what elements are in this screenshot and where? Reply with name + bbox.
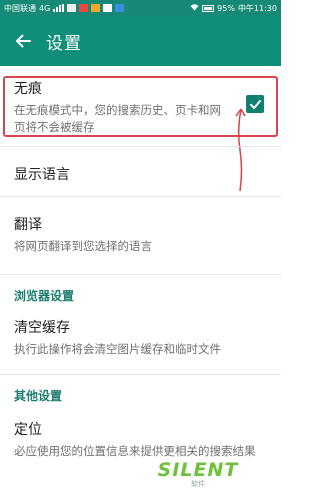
incognito-checkbox[interactable] bbox=[246, 95, 264, 113]
divider bbox=[0, 274, 281, 275]
clear-cache-title: 清空缓存 bbox=[14, 320, 70, 336]
location-title: 定位 bbox=[14, 422, 42, 438]
carrier-label: 中国联通 bbox=[4, 3, 36, 13]
back-button[interactable] bbox=[0, 16, 46, 66]
app-bar: 设置 bbox=[0, 16, 281, 66]
page-title: 设置 bbox=[46, 33, 82, 54]
time-label: 中午11:30 bbox=[237, 3, 277, 13]
incognito-description: 在无痕模式中，您的搜索历史、页卡和网页将不会被缓存 bbox=[14, 103, 221, 134]
setting-translate[interactable]: 翻译 将网页翻译到您选择的语言 bbox=[0, 214, 281, 255]
watermark-subtext: 软件 bbox=[191, 480, 205, 488]
checkmark-icon bbox=[249, 99, 261, 109]
setting-display-language[interactable]: 显示语言 bbox=[0, 164, 281, 184]
silent-watermark-logo: SILENT 软件 bbox=[128, 452, 268, 496]
setting-clear-cache[interactable]: 清空缓存 执行此操作将会清空图片缓存和临时文件 bbox=[0, 317, 281, 358]
clear-cache-description: 执行此操作将会清空图片缓存和临时文件 bbox=[14, 342, 221, 356]
battery-label: 95% bbox=[217, 3, 235, 13]
display-language-title: 显示语言 bbox=[14, 167, 70, 183]
section-header-browser: 浏览器设置 bbox=[14, 289, 75, 303]
app-notification-icon bbox=[115, 4, 125, 12]
divider bbox=[0, 146, 281, 147]
status-bar: 中国联通 4G 95% 中午11:30 bbox=[0, 0, 281, 16]
watermark-text: SILENT bbox=[157, 459, 239, 481]
network-label: 4G bbox=[39, 3, 51, 13]
notification-icon bbox=[67, 4, 77, 12]
section-header-other: 其他设置 bbox=[14, 389, 63, 403]
wifi-icon bbox=[190, 3, 199, 13]
app-notification-icon bbox=[79, 4, 89, 12]
signal-icon bbox=[53, 4, 65, 12]
status-right: 95% 中午11:30 bbox=[190, 3, 277, 14]
battery-icon bbox=[202, 4, 215, 12]
arrow-left-icon bbox=[16, 34, 31, 48]
app-notification-icon bbox=[91, 4, 101, 12]
translate-title: 翻译 bbox=[14, 217, 42, 233]
app-notification-icon bbox=[103, 4, 113, 12]
status-left: 中国联通 4G bbox=[4, 3, 125, 14]
translate-description: 将网页翻译到您选择的语言 bbox=[14, 239, 152, 253]
setting-incognito[interactable]: 无痕 在无痕模式中，您的搜索历史、页卡和网页将不会被缓存 bbox=[0, 78, 281, 136]
divider bbox=[0, 196, 281, 197]
divider bbox=[0, 374, 281, 375]
incognito-title: 无痕 bbox=[14, 81, 42, 97]
